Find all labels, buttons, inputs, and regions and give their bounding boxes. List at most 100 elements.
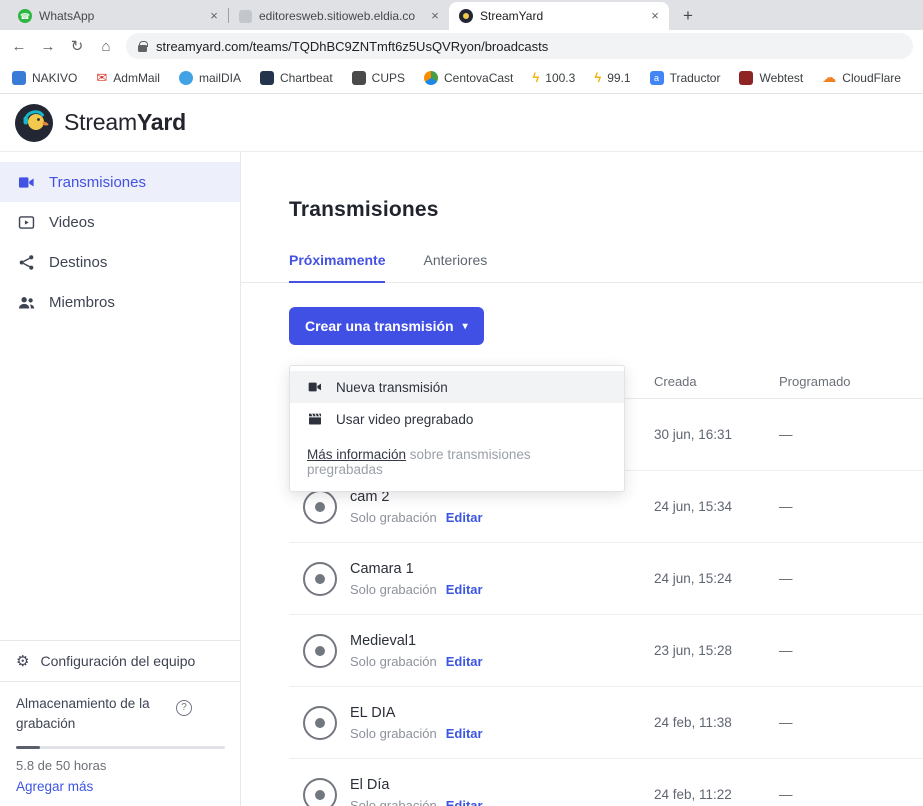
- tab-editoresweb[interactable]: editoresweb.sitioweb.eldia.co ×: [229, 2, 449, 30]
- nakivo-icon: [12, 71, 26, 85]
- edit-link[interactable]: Editar: [446, 798, 483, 806]
- site-favicon: [239, 10, 252, 23]
- bookmark-label: mailDIA: [199, 71, 241, 85]
- broadcast-row[interactable]: El Día Solo grabaciónEditar 24 feb, 11:2…: [289, 759, 923, 806]
- video-library-icon: [17, 213, 36, 232]
- bookmark-cloudflare[interactable]: ☁ CloudFlare: [822, 71, 901, 85]
- sidebar-item-destinos[interactable]: Destinos: [0, 242, 240, 282]
- broadcast-subtitle: Solo grabación: [350, 798, 437, 806]
- lock-icon: [138, 45, 147, 52]
- bookmark-nakivo[interactable]: NAKIVO: [12, 71, 77, 85]
- tab-anteriores[interactable]: Anteriores: [423, 252, 487, 282]
- centovacast-icon: [424, 71, 438, 85]
- traductor-icon: a: [650, 71, 664, 85]
- bookmark-99-1[interactable]: ϟ 99.1: [594, 71, 630, 85]
- bookmark-traductor[interactable]: a Traductor: [650, 71, 721, 85]
- broadcast-row[interactable]: Camara 1 Solo grabaciónEditar 24 jun, 15…: [289, 543, 923, 615]
- agregar-mas-link[interactable]: Agregar más: [16, 779, 93, 794]
- bookmark-label: Webtest: [759, 71, 803, 85]
- sidebar-item-transmisiones[interactable]: Transmisiones: [0, 162, 240, 202]
- storage-progress: [16, 746, 225, 749]
- admmail-icon: ✉: [96, 71, 107, 85]
- edit-link[interactable]: Editar: [446, 582, 483, 597]
- scheduled-date: —: [779, 643, 923, 658]
- bolt-icon: ϟ: [594, 71, 601, 85]
- bookmark-label: CUPS: [372, 71, 405, 85]
- close-icon[interactable]: ×: [427, 8, 443, 24]
- close-icon[interactable]: ×: [206, 8, 222, 24]
- cups-icon: [352, 71, 366, 85]
- bookmark-admmail[interactable]: ✉ AdmMail: [96, 71, 160, 85]
- broadcast-title: EL DIA: [350, 705, 483, 721]
- create-dropdown-menu: Nueva transmisión Usar video pregrabado …: [289, 365, 625, 492]
- main-content: Transmisiones Próximamente Anteriores Cr…: [241, 152, 923, 806]
- storage-section: Almacenamiento de la grabación ? 5.8 de …: [0, 681, 240, 806]
- forward-button[interactable]: →: [39, 38, 57, 55]
- edit-link[interactable]: Editar: [446, 654, 483, 669]
- record-icon: [303, 778, 337, 806]
- help-icon[interactable]: ?: [176, 700, 192, 716]
- bookmark-label: CentovaCast: [444, 71, 513, 85]
- record-icon: [303, 706, 337, 740]
- bookmark-label: CloudFlare: [842, 71, 901, 85]
- sidebar: Transmisiones Videos Destinos Miembros ⚙…: [0, 152, 241, 806]
- bookmark-cups[interactable]: CUPS: [352, 71, 405, 85]
- clapperboard-icon: [307, 411, 323, 427]
- broadcast-title: Medieval1: [350, 633, 483, 649]
- chartbeat-icon: [260, 71, 274, 85]
- column-header-programado: Programado: [779, 374, 923, 389]
- bookmark-chartbeat[interactable]: Chartbeat: [260, 71, 333, 85]
- back-button[interactable]: ←: [10, 38, 28, 55]
- created-date: 30 jun, 16:31: [654, 427, 779, 442]
- streamyard-wordmark: StreamYard: [64, 109, 186, 136]
- create-broadcast-button[interactable]: Crear una transmisión ▾: [289, 307, 484, 345]
- menu-item-nueva-transmision[interactable]: Nueva transmisión: [290, 371, 624, 403]
- cloud-icon: ☁: [822, 71, 836, 85]
- members-icon: [17, 293, 36, 312]
- sidebar-item-miembros[interactable]: Miembros: [0, 282, 240, 322]
- team-settings-button[interactable]: ⚙ Configuración del equipo: [0, 640, 240, 681]
- webtest-icon: [739, 71, 753, 85]
- url-text: streamyard.com/teams/TQDhBC9ZNTmft6z5UsQ…: [156, 39, 548, 54]
- tab-title: editoresweb.sitioweb.eldia.co: [259, 9, 420, 23]
- broadcast-title: Camara 1: [350, 561, 483, 577]
- videocam-icon: [307, 379, 323, 395]
- edit-link[interactable]: Editar: [446, 726, 483, 741]
- broadcast-row[interactable]: EL DIA Solo grabaciónEditar 24 feb, 11:3…: [289, 687, 923, 759]
- home-button[interactable]: ⌂: [97, 38, 115, 55]
- bookmark-maildia[interactable]: mailDIA: [179, 71, 241, 85]
- tab-title: WhatsApp: [39, 9, 199, 23]
- bookmark-centovacast[interactable]: CentovaCast: [424, 71, 513, 85]
- record-icon: [303, 490, 337, 524]
- tab-title: StreamYard: [480, 9, 640, 23]
- streamyard-logo-icon: [14, 103, 54, 143]
- mas-informacion-link[interactable]: Más información: [307, 447, 406, 462]
- broadcast-subtitle: Solo grabación: [350, 726, 437, 741]
- sidebar-item-videos[interactable]: Videos: [0, 202, 240, 242]
- bookmark-label: NAKIVO: [32, 71, 77, 85]
- bookmark-100-3[interactable]: ϟ 100.3: [532, 71, 575, 85]
- tab-streamyard[interactable]: StreamYard ×: [449, 2, 669, 30]
- team-settings-label: Configuración del equipo: [40, 653, 195, 669]
- create-broadcast-label: Crear una transmisión: [305, 318, 454, 334]
- bookmark-label: Chartbeat: [280, 71, 333, 85]
- menu-item-usar-video-pregrabado[interactable]: Usar video pregrabado: [290, 403, 624, 435]
- bookmarks-bar: NAKIVO ✉ AdmMail mailDIA Chartbeat CUPS …: [0, 62, 923, 94]
- chevron-down-icon: ▾: [463, 321, 468, 332]
- app-header: StreamYard: [0, 94, 923, 152]
- close-icon[interactable]: ×: [647, 8, 663, 24]
- edit-link[interactable]: Editar: [446, 510, 483, 525]
- scheduled-date: —: [779, 427, 923, 442]
- tab-proximamente[interactable]: Próximamente: [289, 252, 385, 283]
- storage-progress-fill: [16, 746, 40, 749]
- tab-whatsapp[interactable]: ☎ WhatsApp ×: [8, 2, 228, 30]
- gear-icon: ⚙: [16, 652, 29, 670]
- broadcast-row[interactable]: Medieval1 Solo grabaciónEditar 23 jun, 1…: [289, 615, 923, 687]
- bookmark-webtest[interactable]: Webtest: [739, 71, 803, 85]
- dropdown-info: Más información sobre transmisiones preg…: [290, 435, 624, 491]
- share-icon: [17, 253, 36, 272]
- broadcast-title: El Día: [350, 777, 483, 793]
- url-bar[interactable]: streamyard.com/teams/TQDhBC9ZNTmft6z5UsQ…: [126, 33, 913, 59]
- new-tab-button[interactable]: +: [675, 3, 701, 29]
- reload-button[interactable]: ↻: [68, 37, 86, 55]
